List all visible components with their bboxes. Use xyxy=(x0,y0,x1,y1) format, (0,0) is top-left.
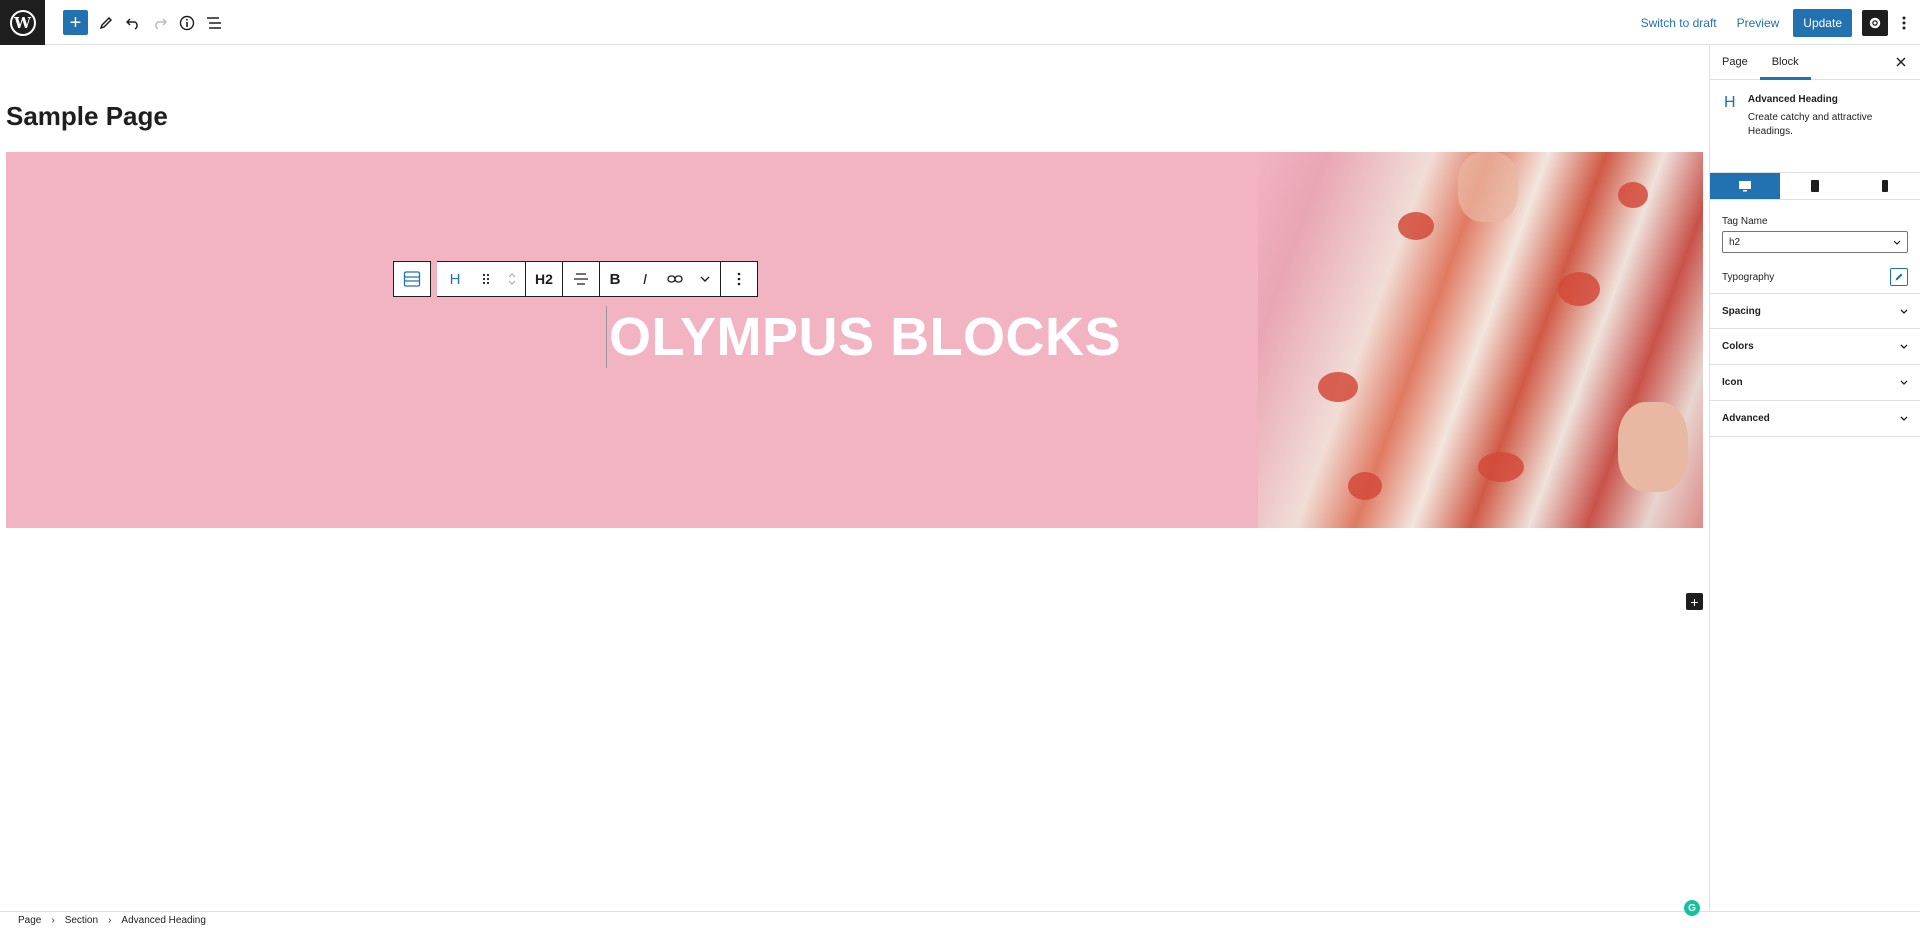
section-block[interactable]: OLYMPUS BLOCKS xyxy=(6,152,1703,528)
advanced-heading-text[interactable]: OLYMPUS BLOCKS xyxy=(606,306,1121,368)
pencil-icon xyxy=(99,16,113,30)
settings-panels: Spacing Colors Icon Advanced xyxy=(1710,293,1920,437)
settings-button[interactable] xyxy=(1862,9,1888,36)
align-text-button[interactable] xyxy=(563,262,599,296)
tab-block[interactable]: Block xyxy=(1759,45,1811,80)
chevron-down-icon xyxy=(1900,344,1908,349)
undo-icon xyxy=(126,18,138,30)
block-card: H Advanced Heading Create catchy and att… xyxy=(1710,80,1920,180)
page-title[interactable]: Sample Page xyxy=(6,101,168,132)
align-center-icon xyxy=(574,273,588,285)
editor-top-bar: W + Switch to draft Preview Update xyxy=(0,0,1920,45)
pencil-icon xyxy=(1895,273,1903,281)
settings-sidebar: Page Block H Advanced Heading Create cat… xyxy=(1709,45,1920,911)
options-menu-button[interactable] xyxy=(1894,10,1914,36)
redo-button[interactable] xyxy=(148,11,172,35)
block-type-group: H xyxy=(437,261,526,297)
responsive-device-tabs xyxy=(1710,172,1920,200)
move-up-down-buttons[interactable] xyxy=(499,262,525,296)
chevron-down-icon xyxy=(1900,416,1908,421)
tools-pencil-button[interactable] xyxy=(94,11,118,35)
chevron-down-icon xyxy=(1893,240,1901,245)
breadcrumb-item-section[interactable]: Section xyxy=(65,915,98,926)
details-info-button[interactable] xyxy=(175,11,199,35)
tab-page[interactable]: Page xyxy=(1710,45,1760,80)
redo-icon xyxy=(155,18,167,30)
options-group xyxy=(721,261,758,297)
editor-canvas: Sample Page OLYMPUS BLOCKS H H2 B I + xyxy=(0,45,1709,911)
more-vertical-icon xyxy=(737,272,741,286)
drag-handle[interactable] xyxy=(473,262,499,296)
bold-icon: B xyxy=(609,270,621,288)
heading-level-dropdown[interactable]: H2 xyxy=(526,262,562,296)
italic-button[interactable]: I xyxy=(630,262,660,296)
info-icon xyxy=(179,15,195,31)
block-toolbar: H H2 B I xyxy=(393,261,758,297)
edit-typography-button[interactable] xyxy=(1890,268,1908,286)
typography-row: Typography xyxy=(1722,267,1908,287)
undo-button[interactable] xyxy=(121,11,145,35)
chevron-down-icon xyxy=(1900,380,1908,385)
drag-handle-icon xyxy=(482,273,490,285)
device-mobile-tab[interactable] xyxy=(1850,173,1920,199)
desktop-icon xyxy=(1739,181,1751,192)
breadcrumb: Page › Section › Advanced Heading xyxy=(0,911,1920,928)
link-button[interactable] xyxy=(660,262,690,296)
block-options-button[interactable] xyxy=(721,262,757,296)
italic-icon: I xyxy=(642,270,648,288)
heading-level-group: H2 xyxy=(526,261,563,297)
chevron-down-icon xyxy=(700,276,710,282)
add-block-button[interactable]: + xyxy=(63,10,88,35)
panel-spacing[interactable]: Spacing xyxy=(1710,293,1920,329)
more-formatting-button[interactable] xyxy=(690,262,720,296)
wordpress-logo-button[interactable]: W xyxy=(0,0,45,45)
tablet-icon xyxy=(1811,180,1819,192)
device-desktop-tab[interactable] xyxy=(1710,173,1780,199)
tag-name-label: Tag Name xyxy=(1722,216,1768,227)
more-vertical-icon xyxy=(1902,16,1906,29)
hero-background-image xyxy=(1258,152,1703,528)
block-inserter-button[interactable]: + xyxy=(1686,593,1703,610)
bold-button[interactable]: B xyxy=(600,262,630,296)
update-button[interactable]: Update xyxy=(1793,8,1852,37)
breadcrumb-item-advanced-heading: Advanced Heading xyxy=(121,914,206,926)
switch-to-draft-button[interactable]: Switch to draft xyxy=(1631,16,1727,30)
grammarly-icon[interactable]: G xyxy=(1684,900,1700,916)
close-icon xyxy=(1896,57,1906,67)
link-icon xyxy=(667,275,683,283)
alignment-group xyxy=(563,261,600,297)
chevron-right-icon: › xyxy=(108,914,112,926)
panel-colors[interactable]: Colors xyxy=(1710,329,1920,365)
sidebar-tabs: Page Block xyxy=(1710,45,1920,80)
select-parent-section-button[interactable] xyxy=(394,262,430,296)
plus-icon: + xyxy=(1690,593,1699,610)
section-icon xyxy=(403,271,421,287)
panel-icon[interactable]: Icon xyxy=(1710,365,1920,401)
close-sidebar-button[interactable] xyxy=(1896,54,1906,70)
list-view-icon xyxy=(207,17,221,29)
preview-button[interactable]: Preview xyxy=(1727,16,1790,30)
wordpress-logo-icon: W xyxy=(9,9,36,36)
formatting-group: B I xyxy=(600,261,721,297)
chevron-up-down-icon xyxy=(508,273,516,285)
chevron-down-icon xyxy=(1900,309,1908,314)
device-tablet-tab[interactable] xyxy=(1780,173,1850,199)
mobile-icon xyxy=(1882,180,1888,192)
parent-block-selector-group xyxy=(393,261,431,297)
heading-block-icon[interactable]: H xyxy=(437,262,473,296)
plus-icon: + xyxy=(69,11,82,34)
block-card-description: Create catchy and attractive Headings. xyxy=(1747,112,1873,137)
tag-name-value: h2 xyxy=(1729,236,1741,248)
gear-icon xyxy=(1869,17,1881,28)
typography-label: Typography xyxy=(1722,271,1775,283)
panel-advanced[interactable]: Advanced xyxy=(1710,401,1920,437)
tag-name-select[interactable]: h2 xyxy=(1722,231,1908,253)
list-view-button[interactable] xyxy=(202,11,226,35)
block-card-title: Advanced Heading xyxy=(1747,94,1838,105)
chevron-right-icon: › xyxy=(51,914,55,926)
breadcrumb-item-page[interactable]: Page xyxy=(18,915,41,926)
heading-block-icon: H xyxy=(1724,94,1736,111)
